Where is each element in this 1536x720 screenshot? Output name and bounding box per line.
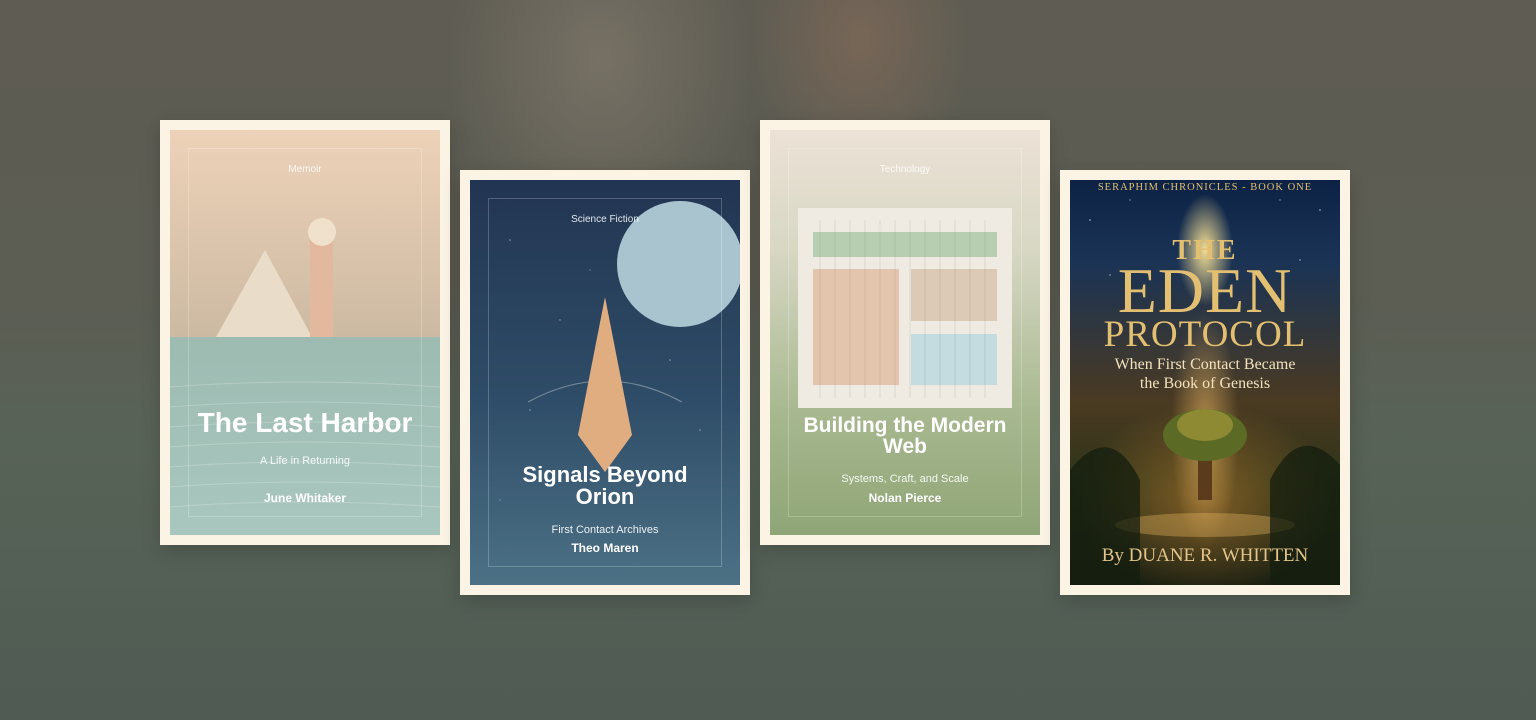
book-cover: Technology Building the Modern Web Syste…	[770, 130, 1040, 535]
book-author: Nolan Pierce	[868, 491, 942, 505]
title-line-3: PROTOCOL	[1103, 314, 1307, 355]
subtitle-line-2: the Book of Genesis	[1139, 375, 1271, 392]
book-subtitle: Systems, Craft, and Scale	[841, 473, 969, 485]
book-title: Building the Modern Web	[803, 414, 1007, 458]
book-genre: Technology	[879, 164, 931, 175]
book-cover: SERAPHIM CHRONICLES - BOOK ONE THE EDEN …	[1070, 180, 1340, 585]
book-author: June Whitaker	[263, 491, 347, 505]
book-title: Signals Beyond Orion	[522, 462, 688, 509]
subtitle-line-1: When First Contact Became	[1114, 356, 1296, 373]
book-subtitle: First Contact Archives	[551, 524, 659, 536]
cover-frame	[788, 148, 1022, 517]
book-cover: Science Fiction Signals Beyond Orion Fir…	[470, 180, 740, 585]
book-cover: Memoir The Last Harbor A Life in Returni…	[170, 130, 440, 535]
book-card-the-last-harbor[interactable]: Memoir The Last Harbor A Life in Returni…	[160, 120, 450, 545]
book-genre: Memoir	[288, 164, 322, 175]
book-author: Theo Maren	[571, 541, 639, 555]
cover-frame	[488, 198, 722, 567]
book-genre: Science Fiction	[571, 214, 639, 225]
series-label: SERAPHIM CHRONICLES - BOOK ONE	[1097, 182, 1313, 193]
book-card-building-the-modern-web[interactable]: Technology Building the Modern Web Syste…	[760, 120, 1050, 545]
book-title: The Last Harbor	[197, 407, 413, 438]
book-card-signals-beyond-orion[interactable]: Science Fiction Signals Beyond Orion Fir…	[460, 170, 750, 595]
book-card-the-eden-protocol[interactable]: SERAPHIM CHRONICLES - BOOK ONE THE EDEN …	[1060, 170, 1350, 595]
book-subtitle: A Life in Returning	[260, 455, 350, 467]
book-author: By DUANE R. WHITTEN	[1101, 545, 1309, 566]
